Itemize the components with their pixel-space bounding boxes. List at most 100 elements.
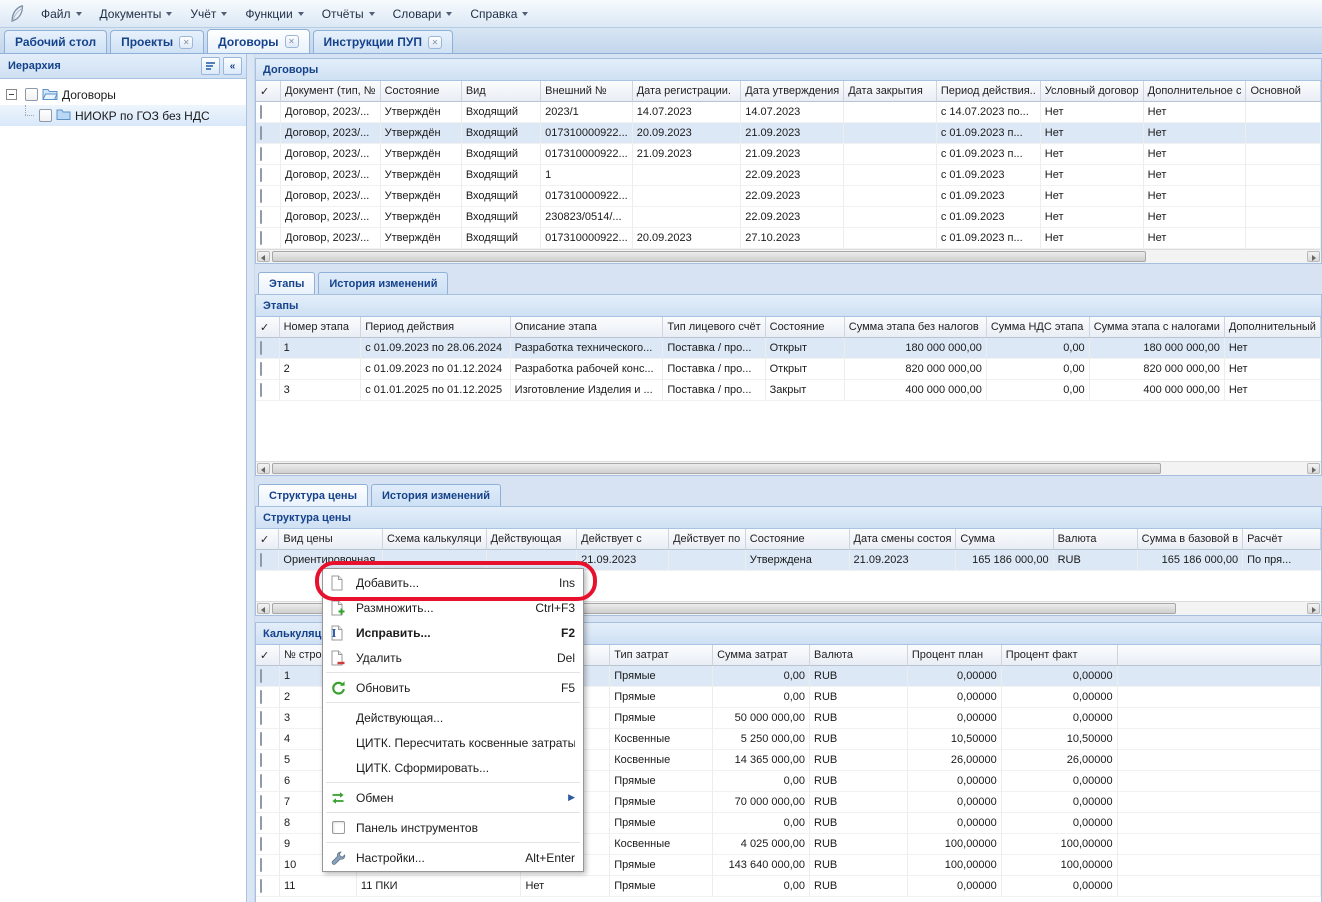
- context-menu-item-10[interactable]: Настройки...Alt+Enter: [323, 845, 583, 870]
- row-checkbox[interactable]: [260, 774, 262, 788]
- menubar-item-1[interactable]: Документы: [91, 3, 182, 25]
- tree-node-niokr[interactable]: НИОКР по ГОЗ без НДС: [0, 105, 246, 126]
- tab-2[interactable]: Договоры✕: [207, 29, 309, 53]
- stages-tab-0[interactable]: Этапы: [258, 272, 315, 294]
- context-menu-item-7[interactable]: ЦИТК. Сформировать...: [323, 755, 583, 780]
- row-checkbox[interactable]: [260, 189, 262, 203]
- column-header[interactable]: Процент факт: [1002, 645, 1118, 666]
- context-menu-item-9[interactable]: Панель инструментов: [323, 815, 583, 840]
- table-row[interactable]: 1111 ПКИНетПрямые0,00RUB0,000000,00000: [256, 876, 1321, 897]
- row-checkbox[interactable]: [260, 795, 262, 809]
- tree-node-checkbox[interactable]: [39, 109, 52, 122]
- column-header[interactable]: Документ (тип, №: [281, 81, 381, 102]
- column-header[interactable]: Дата утверждения: [741, 81, 844, 102]
- row-checkbox[interactable]: [260, 168, 262, 182]
- column-header[interactable]: Состояние: [766, 317, 845, 338]
- context-menu-item-8[interactable]: Обмен▶: [323, 785, 583, 810]
- tab-1[interactable]: Проекты✕: [110, 30, 204, 53]
- column-header[interactable]: Номер этапа: [280, 317, 362, 338]
- row-checkbox[interactable]: [260, 732, 262, 746]
- menubar-item-6[interactable]: Справка: [461, 3, 537, 25]
- collapse-panel-button[interactable]: «: [223, 57, 242, 75]
- column-header[interactable]: Сумма этапа без налогов: [845, 317, 987, 338]
- column-header[interactable]: Действует по: [669, 529, 746, 550]
- row-checkbox[interactable]: [260, 105, 262, 119]
- row-checkbox[interactable]: [260, 837, 262, 851]
- column-header[interactable]: Сумма в базовой в: [1138, 529, 1243, 550]
- column-header[interactable]: Валюта: [810, 645, 908, 666]
- row-checkbox[interactable]: [260, 553, 262, 567]
- tab-0[interactable]: Рабочий стол: [4, 30, 107, 53]
- table-row[interactable]: Договор, 2023/...УтверждёнВходящий017310…: [256, 144, 1321, 165]
- scroll-left-button[interactable]: [257, 603, 270, 614]
- select-all-header[interactable]: ✓: [256, 645, 280, 666]
- column-header[interactable]: Действующая: [487, 529, 578, 550]
- scroll-right-button[interactable]: [1307, 251, 1320, 262]
- column-header[interactable]: Расчёт: [1243, 529, 1321, 550]
- column-header[interactable]: Период действия: [361, 317, 510, 338]
- row-checkbox[interactable]: [260, 669, 262, 683]
- column-header[interactable]: Условный договор: [1041, 81, 1144, 102]
- column-header[interactable]: Схема калькуляци: [383, 529, 487, 550]
- row-checkbox[interactable]: [260, 362, 262, 376]
- column-header[interactable]: Основной: [1246, 81, 1321, 102]
- table-row[interactable]: Договор, 2023/...УтверждёнВходящий017310…: [256, 186, 1321, 207]
- tab-close-icon[interactable]: ✕: [179, 36, 193, 49]
- row-checkbox[interactable]: [260, 383, 262, 397]
- column-header[interactable]: Валюта: [1054, 529, 1138, 550]
- context-menu-item-1[interactable]: Размножить...Ctrl+F3: [323, 595, 583, 620]
- tab-3[interactable]: Инструкции ПУП✕: [313, 30, 453, 53]
- table-row[interactable]: Договор, 2023/...УтверждёнВходящий122.09…: [256, 165, 1321, 186]
- scroll-right-button[interactable]: [1307, 603, 1320, 614]
- context-menu-item-0[interactable]: Добавить...Ins: [323, 570, 583, 595]
- scroll-thumb[interactable]: [272, 463, 1161, 474]
- stages-tab-1[interactable]: История изменений: [318, 272, 448, 294]
- column-header[interactable]: Период действия..: [937, 81, 1041, 102]
- row-checkbox[interactable]: [260, 858, 262, 872]
- row-checkbox[interactable]: [260, 711, 262, 725]
- column-header[interactable]: Дата закрытия: [844, 81, 937, 102]
- row-checkbox[interactable]: [260, 341, 262, 355]
- menubar-item-5[interactable]: Словари: [384, 3, 462, 25]
- select-all-header[interactable]: ✓: [256, 317, 280, 338]
- column-header[interactable]: Дополнительный: [1225, 317, 1321, 338]
- menubar-item-4[interactable]: Отчёты: [313, 3, 384, 25]
- row-checkbox[interactable]: [260, 690, 262, 704]
- table-row[interactable]: Договор, 2023/...УтверждёнВходящий230823…: [256, 207, 1321, 228]
- column-header[interactable]: Тип лицевого счёт: [663, 317, 765, 338]
- column-header[interactable]: Вид: [462, 81, 541, 102]
- scroll-right-button[interactable]: [1307, 463, 1320, 474]
- tree-settings-button[interactable]: [201, 57, 220, 75]
- tree-node-checkbox[interactable]: [25, 88, 38, 101]
- row-checkbox[interactable]: [260, 147, 262, 161]
- tab-close-icon[interactable]: ✕: [285, 35, 299, 48]
- scroll-left-button[interactable]: [257, 251, 270, 262]
- tree-node-contracts[interactable]: Договоры: [0, 84, 246, 105]
- row-checkbox[interactable]: [260, 126, 262, 140]
- sidebar-splitter[interactable]: [247, 54, 255, 902]
- price-tab-0[interactable]: Структура цены: [258, 484, 368, 506]
- context-menu-item-2[interactable]: Исправить...F2: [323, 620, 583, 645]
- column-header[interactable]: Процент план: [908, 645, 1002, 666]
- column-header[interactable]: Сумма: [956, 529, 1053, 550]
- table-row[interactable]: Договор, 2023/...УтверждёнВходящий017310…: [256, 123, 1321, 144]
- column-header[interactable]: Вид цены: [279, 529, 383, 550]
- row-checkbox[interactable]: [260, 753, 262, 767]
- menubar-item-3[interactable]: Функции: [236, 3, 312, 25]
- column-header[interactable]: Дата регистрации.: [633, 81, 742, 102]
- column-header[interactable]: Состояние: [746, 529, 850, 550]
- collapse-node-icon[interactable]: [6, 89, 17, 100]
- context-menu-item-6[interactable]: ЦИТК. Пересчитать косвенные затраты...: [323, 730, 583, 755]
- row-checkbox[interactable]: [260, 879, 262, 893]
- column-header[interactable]: Внешний №: [541, 81, 633, 102]
- column-header[interactable]: Тип затрат: [610, 645, 713, 666]
- select-all-header[interactable]: ✓: [256, 529, 279, 550]
- table-row[interactable]: 1с 01.09.2023 по 28.06.2024Разработка те…: [256, 338, 1321, 359]
- price-tab-1[interactable]: История изменений: [371, 484, 501, 506]
- context-menu-item-5[interactable]: Действующая...: [323, 705, 583, 730]
- row-checkbox[interactable]: [260, 210, 262, 224]
- table-row[interactable]: Договор, 2023/...УтверждёнВходящий2023/1…: [256, 102, 1321, 123]
- row-checkbox[interactable]: [260, 231, 262, 245]
- table-row[interactable]: 2с 01.09.2023 по 01.12.2024Разработка ра…: [256, 359, 1321, 380]
- column-header[interactable]: Сумма затрат: [713, 645, 810, 666]
